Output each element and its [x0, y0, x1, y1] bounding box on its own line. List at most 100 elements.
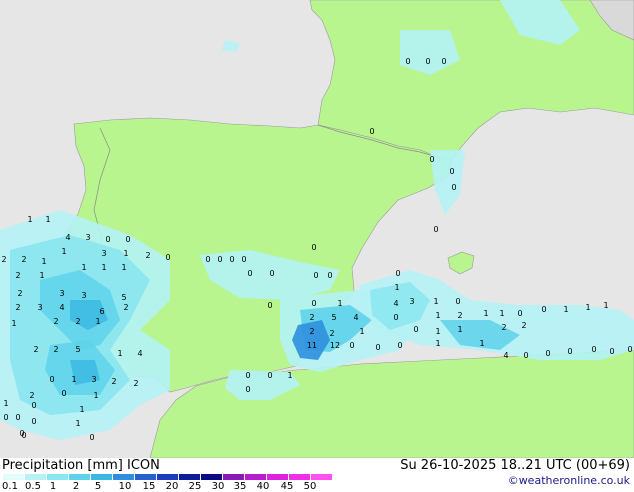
precip-value: 1: [3, 399, 8, 408]
scale-arrow-tip: [311, 474, 319, 480]
scale-swatch: [25, 474, 47, 480]
precip-value: 0: [205, 255, 210, 264]
scale-tick-label: 1: [49, 481, 57, 492]
precip-value: 2: [15, 303, 20, 312]
precip-value: 1: [499, 309, 504, 318]
precip-value: 0: [31, 401, 36, 410]
precip-value: 2: [329, 329, 334, 338]
precipitation-map: 1143002211312021111233523462122122514013…: [0, 0, 634, 458]
precip-value: 0: [397, 341, 402, 350]
precip-value: 0: [89, 433, 94, 442]
precip-value: 1: [27, 215, 32, 224]
scale-tick-label: 25: [188, 481, 202, 492]
precip-value: 0: [609, 347, 614, 356]
scale-tick-label: 30: [211, 481, 225, 492]
precip-value: 2: [29, 391, 34, 400]
scale-tick-label: 2: [72, 481, 80, 492]
precip-value: 1: [71, 375, 76, 384]
precip-value: 0: [375, 343, 380, 352]
precip-value: 0: [245, 371, 250, 380]
precip-value: 11: [307, 341, 317, 350]
precip-value: 0: [61, 389, 66, 398]
scale-swatch: [91, 474, 113, 480]
precip-value: 1: [61, 247, 66, 256]
precip-value: 0: [517, 309, 522, 318]
precip-value: 3: [81, 291, 86, 300]
precip-value: 0: [567, 347, 572, 356]
precip-value: 0: [395, 269, 400, 278]
precip-value: 0: [591, 345, 596, 354]
precip-value: 1: [11, 319, 16, 328]
precip-value: 1: [585, 303, 590, 312]
precip-value: 1: [93, 391, 98, 400]
precip-value: 0: [269, 269, 274, 278]
precip-value: 2: [133, 379, 138, 388]
precip-value: 2: [111, 377, 116, 386]
precip-value: 2: [145, 251, 150, 260]
precip-value: 0: [523, 351, 528, 360]
precip-value: 0: [455, 297, 460, 306]
precip-value: 0: [449, 167, 454, 176]
precip-value: 2: [1, 255, 6, 264]
precip-value: 2: [21, 255, 26, 264]
precip-value: 3: [59, 289, 64, 298]
precip-value: 1: [75, 419, 80, 428]
precip-value: 0: [247, 269, 252, 278]
precip-value: 1: [394, 283, 399, 292]
precip-value: 1: [435, 327, 440, 336]
precip-value: 2: [309, 313, 314, 322]
precip-value: 6: [99, 307, 104, 316]
scale-tick-label: 15: [142, 481, 156, 492]
precip-value: 5: [121, 293, 126, 302]
precip-value: 0: [105, 235, 110, 244]
precip-value: 2: [15, 271, 20, 280]
precip-value: 0: [405, 57, 410, 66]
precip-value: 2: [457, 311, 462, 320]
precip-value: 2: [309, 327, 314, 336]
scale-tick-label: 50: [303, 481, 317, 492]
scale-swatch: [69, 474, 91, 480]
precip-value: 0: [267, 371, 272, 380]
scale-swatch: [135, 474, 157, 480]
precip-value: 3: [37, 303, 42, 312]
scale-swatch: [223, 474, 245, 480]
precip-value: 0: [429, 155, 434, 164]
precip-value: 1: [121, 263, 126, 272]
precip-value: 4: [65, 233, 70, 242]
precip-value: 1: [39, 271, 44, 280]
precip-value: 0: [245, 385, 250, 394]
scale-swatch: [245, 474, 267, 480]
scale-swatch: [267, 474, 289, 480]
scale-tick-label: 5: [94, 481, 102, 492]
precip-value: 1: [101, 263, 106, 272]
precip-value: 0: [217, 255, 222, 264]
precip-value: 1: [81, 263, 86, 272]
precip-value: 1: [117, 349, 122, 358]
precip-value: 12: [330, 341, 340, 350]
product-title: Precipitation [mm] ICON: [2, 458, 160, 473]
precip-value: 1: [337, 299, 342, 308]
scale-tick-label: 20: [165, 481, 179, 492]
precip-value: 0: [229, 255, 234, 264]
credit-link[interactable]: ©weatheronline.co.uk: [508, 474, 630, 487]
precip-value: 1: [359, 327, 364, 336]
precip-value: 0: [425, 57, 430, 66]
precip-value: 2: [53, 317, 58, 326]
scale-swatch: [201, 474, 223, 480]
precip-value: 0: [393, 313, 398, 322]
map-footer: Precipitation [mm] ICON Su 26-10-2025 18…: [0, 458, 634, 492]
precip-value: 0: [433, 225, 438, 234]
precip-value: 3: [91, 375, 96, 384]
model-label: ICON: [127, 458, 160, 473]
precip-value: 1: [435, 311, 440, 320]
scale-swatch: [289, 474, 311, 480]
precip-value: 4: [59, 303, 64, 312]
product-label: Precipitation [mm]: [2, 458, 123, 473]
scale-swatch: [113, 474, 135, 480]
precip-value: 1: [433, 297, 438, 306]
precip-value: 0: [413, 325, 418, 334]
scale-tick-label: 45: [280, 481, 294, 492]
precip-value: 0: [49, 375, 54, 384]
precip-value: 0: [541, 305, 546, 314]
scale-tick-label: 40: [256, 481, 270, 492]
